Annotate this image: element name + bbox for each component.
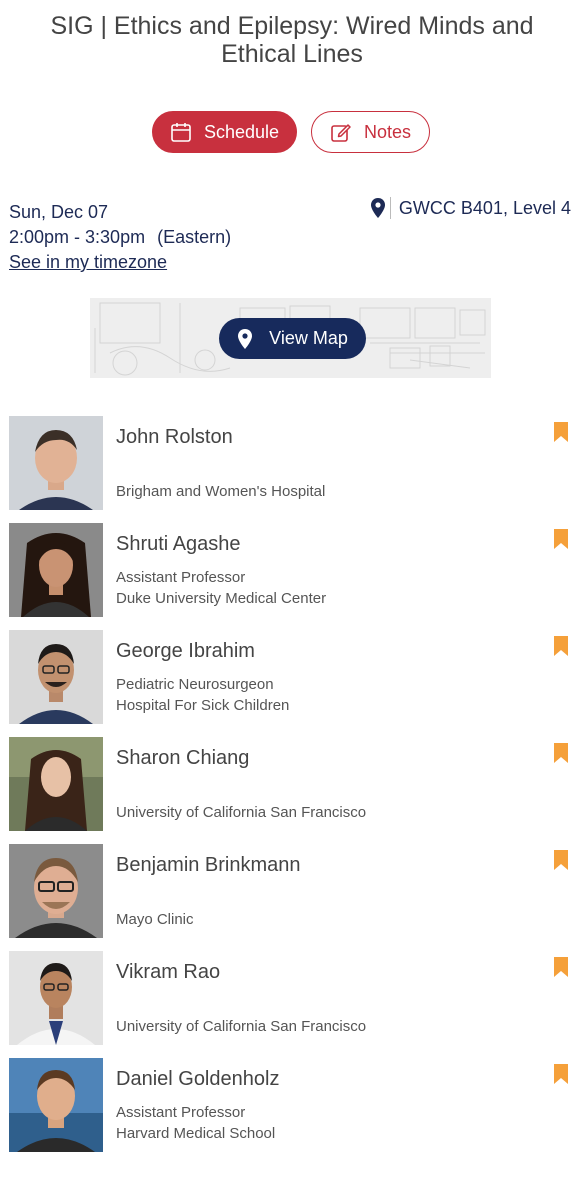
bookmark-icon[interactable] (553, 528, 569, 550)
speaker-item[interactable]: Vikram Rao University of California San … (0, 951, 584, 1058)
speaker-name: Vikram Rao (116, 961, 221, 983)
speaker-name: Daniel Goldenholz (116, 1068, 280, 1090)
location-label: GWCC B401, Level 4 (398, 197, 571, 218)
location-pin-icon (370, 198, 385, 218)
speaker-organization: Duke University Medical Center (116, 590, 327, 607)
session-location[interactable]: GWCC B401, Level 4 (370, 197, 571, 219)
speaker-photo (9, 1058, 103, 1152)
session-title: SIG | Ethics and Epilepsy: Wired Minds a… (50, 12, 534, 68)
speaker-photo (9, 630, 103, 724)
speaker-photo (9, 737, 103, 831)
view-map-button[interactable]: View Map (219, 318, 366, 359)
bookmark-icon[interactable] (553, 849, 569, 871)
location-divider (389, 197, 391, 219)
speaker-photo (9, 523, 103, 617)
bookmark-icon[interactable] (553, 635, 569, 657)
speaker-organization: Harvard Medical School (116, 1125, 276, 1142)
speaker-title: Assistant Professor (116, 1104, 246, 1121)
time-zone: (Eastern) (157, 227, 232, 247)
speaker-organization: Brigham and Women's Hospital (116, 483, 326, 500)
timezone-link[interactable]: See in my timezone (9, 250, 231, 275)
schedule-label: Schedule (203, 121, 280, 142)
speaker-organization: University of California San Francisco (116, 1018, 367, 1035)
speaker-organization: Mayo Clinic (116, 911, 194, 928)
speaker-item[interactable]: John Rolston Brigham and Women's Hospita… (0, 416, 584, 523)
speaker-name: Benjamin Brinkmann (116, 854, 301, 876)
speaker-item[interactable]: Sharon Chiang University of California S… (0, 737, 584, 844)
speaker-name: Shruti Agashe (116, 533, 241, 555)
speaker-title: Pediatric Neurosurgeon (116, 676, 274, 693)
bookmark-icon[interactable] (553, 1063, 569, 1085)
speaker-name: George Ibrahim (116, 640, 255, 662)
bookmark-icon[interactable] (553, 421, 569, 443)
notes-label: Notes (363, 121, 412, 142)
edit-note-icon (331, 124, 351, 142)
speaker-organization: University of California San Francisco (116, 804, 367, 821)
map-pin-icon (238, 328, 253, 349)
speaker-photo (9, 951, 103, 1045)
bookmark-icon[interactable] (553, 956, 569, 978)
speaker-list: John Rolston Brigham and Women's Hospita… (0, 416, 584, 1165)
speaker-organization: Hospital For Sick Children (116, 697, 290, 714)
schedule-button[interactable]: Schedule (152, 111, 297, 153)
notes-button[interactable]: Notes (311, 111, 430, 153)
session-date: Sun, Dec 07 (9, 202, 109, 222)
action-buttons: Schedule Notes (0, 111, 584, 155)
bookmark-icon[interactable] (553, 742, 569, 764)
speaker-title: Assistant Professor (116, 569, 246, 586)
speaker-item[interactable]: George Ibrahim Pediatric Neurosurgeon Ho… (0, 630, 584, 737)
time-range: 2:00pm - 3:30pm (9, 227, 146, 247)
speaker-photo (9, 844, 103, 938)
speaker-name: John Rolston (116, 426, 233, 448)
session-time-range: 2:00pm - 3:30pm (Eastern) (9, 225, 231, 250)
view-map-label: View Map (269, 328, 348, 348)
session-time: Sun, Dec 07 2:00pm - 3:30pm (Eastern) See… (9, 200, 231, 275)
speaker-item[interactable]: Daniel Goldenholz Assistant Professor Ha… (0, 1058, 584, 1165)
calendar-icon (171, 123, 191, 142)
venue-map[interactable]: View Map (90, 298, 491, 378)
speaker-name: Sharon Chiang (116, 747, 250, 769)
speaker-item[interactable]: Shruti Agashe Assistant Professor Duke U… (0, 523, 584, 630)
speaker-item[interactable]: Benjamin Brinkmann Mayo Clinic (0, 844, 584, 951)
speaker-photo (9, 416, 103, 510)
